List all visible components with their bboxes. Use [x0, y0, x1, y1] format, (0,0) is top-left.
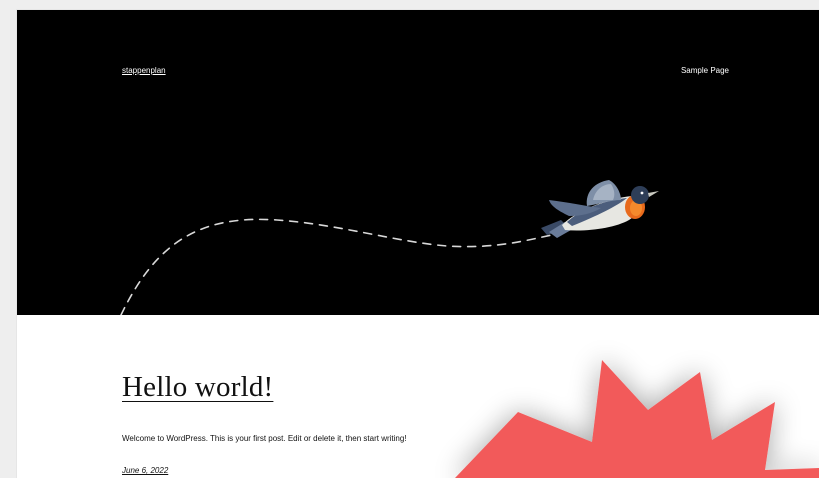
hero-illustration [120, 180, 659, 315]
bird-icon [541, 180, 659, 238]
post-date-link[interactable]: June 6, 2022 [122, 466, 168, 475]
post-excerpt: Welcome to WordPress. This is your first… [122, 434, 407, 443]
site-title-link[interactable]: stappenplan [122, 66, 166, 75]
post-list: Hello world! Welcome to WordPress. This … [17, 315, 819, 478]
nav-item-sample-page[interactable]: Sample Page [681, 66, 729, 75]
browser-viewport: stappenplan Sample Page Hello world! Wel… [17, 10, 819, 478]
post-title-link[interactable]: Hello world! [122, 371, 273, 404]
site-header-hero: stappenplan Sample Page [17, 10, 819, 315]
flight-path-line [120, 218, 553, 315]
